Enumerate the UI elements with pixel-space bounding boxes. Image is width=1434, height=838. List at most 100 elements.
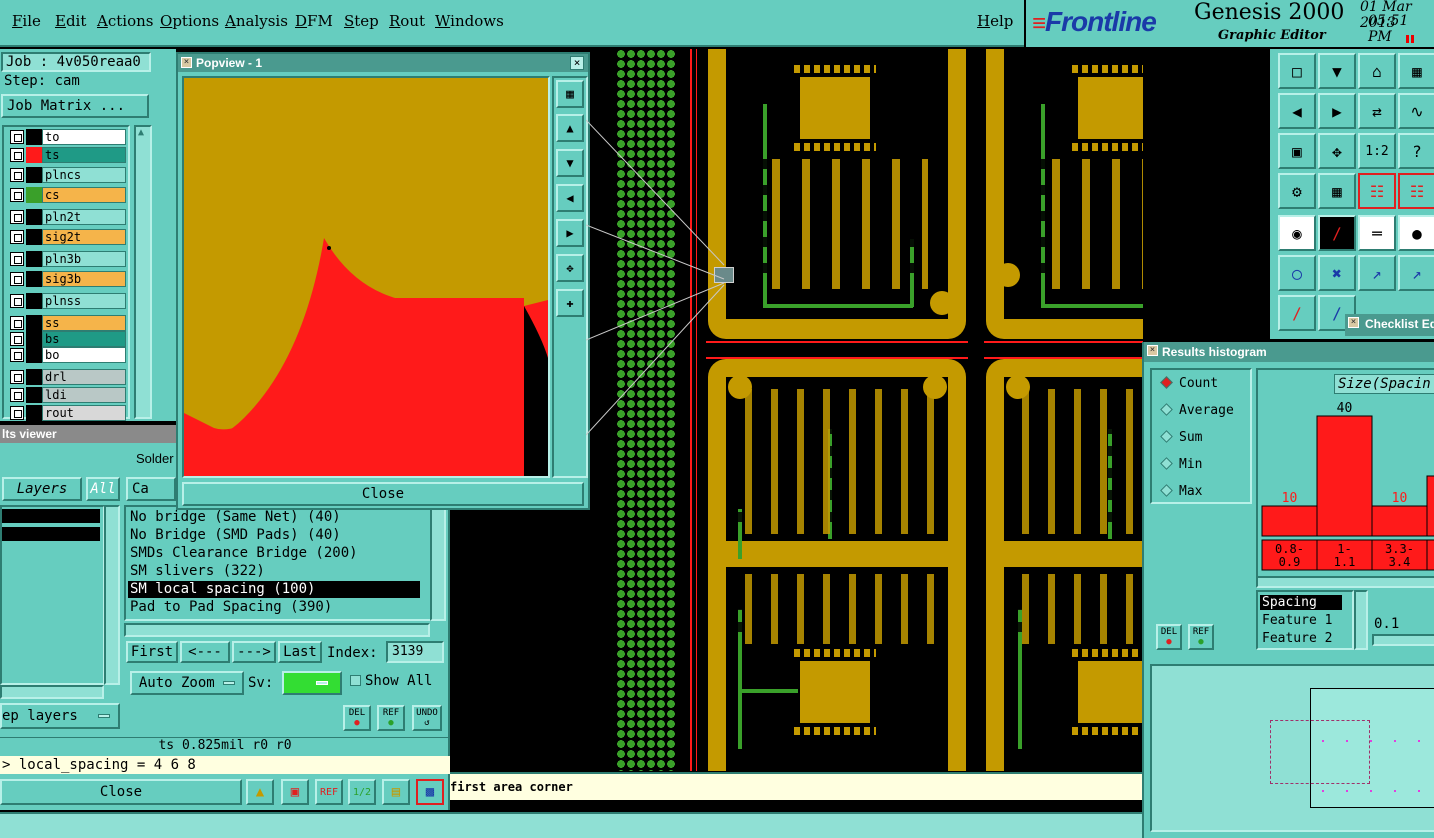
layer-row-pln2t[interactable]: pln2t [8,209,126,225]
tab-category[interactable]: Ca [126,477,176,501]
layer-color-swatch[interactable] [26,147,42,163]
tool-help-icon[interactable]: ? [1398,133,1434,169]
layer-checkbox[interactable] [10,130,24,144]
layer-row-drl[interactable]: drl [8,369,126,385]
histogram-bar[interactable] [1371,505,1428,537]
next-button[interactable]: ---> [232,641,276,663]
field-scroll[interactable] [1354,590,1368,650]
tab-layers[interactable]: Layers [2,477,82,501]
histogram-category-box[interactable] [1426,539,1434,571]
layer-row-ts[interactable]: ts [8,147,126,163]
tool-zoom-icon[interactable]: ✥ [1318,133,1356,169]
layer-color-swatch[interactable] [26,315,42,331]
field-feature-2[interactable]: Feature 2 [1262,631,1332,646]
layer-checkbox[interactable] [10,272,24,286]
layer-checkbox[interactable] [10,210,24,224]
tool-measure-icon[interactable]: ∕ [1278,295,1316,331]
tool-left-icon[interactable]: ◀ [1278,93,1316,129]
layer-row-ldi[interactable]: ldi [8,387,126,403]
tool-ratio-icon[interactable]: 1:2 [1358,133,1396,169]
hist-del-button[interactable]: DEL ● [1156,624,1182,650]
undo-button[interactable]: UNDO ↺ [412,705,442,731]
layer-row-bo[interactable]: bo [8,347,126,363]
tool-probe-icon[interactable]: ▲ [246,779,274,805]
category-hscroll[interactable] [124,623,430,637]
tool-right-icon[interactable]: ▶ [1318,93,1356,129]
tool-window-icon[interactable]: ▦ [1398,53,1434,89]
tool-dot-icon[interactable]: ● [1398,215,1434,251]
tool-config-icon[interactable]: ⚙ [1278,173,1316,209]
layer-color-swatch[interactable] [26,271,42,287]
menu-actions[interactable]: Actions [97,12,153,30]
layer-results-hscroll[interactable] [0,685,104,699]
command-line[interactable]: > local_spacing = 4 6 8 [0,756,450,774]
layer-checkbox[interactable] [10,294,24,308]
popview-close-icon[interactable]: × [570,56,584,70]
tool-doc-icon[interactable]: ▤ [382,779,410,805]
layer-scrollbar[interactable]: ▲ [134,125,152,419]
menu-analysis[interactable]: Analysis [225,12,288,30]
tool-wave-icon[interactable]: ∿ [1398,93,1434,129]
popview-zoom-icon[interactable]: ▦ [556,80,584,108]
histogram-bar[interactable] [1426,475,1434,537]
layer-color-swatch[interactable] [26,167,42,183]
job-matrix-button[interactable]: Job Matrix ... [1,94,149,118]
tool-chart-icon[interactable]: ▩ [416,779,444,805]
menu-edit[interactable]: Edit [55,12,86,30]
layer-checkbox[interactable] [10,230,24,244]
tool-cross-icon[interactable]: ✖ [1318,255,1356,291]
layer-checkbox[interactable] [10,316,24,330]
layer-checkbox[interactable] [10,370,24,384]
layer-row-plnss[interactable]: plnss [8,293,126,309]
mode-min[interactable]: Min [1160,457,1202,472]
tool-grid-icon[interactable]: ▦ [1318,173,1356,209]
prev-button[interactable]: <--- [180,641,230,663]
layer-row-bs[interactable]: bs [8,331,126,347]
mini-map[interactable] [1150,664,1434,832]
category-item[interactable]: No Bridge (SMD Pads) (40) [128,527,420,544]
layer-checkbox[interactable] [10,332,24,346]
menu-rout[interactable]: Rout [389,12,425,30]
layer-checkbox[interactable] [10,406,24,420]
layer-color-swatch[interactable] [26,331,42,347]
popview-close-button[interactable]: Close [182,482,584,506]
layer-row-sig2t[interactable]: sig2t [8,229,126,245]
layer-color-swatch[interactable] [26,405,42,421]
category-item[interactable]: Pad to Pad Spacing (390) [128,599,420,616]
popview-canvas[interactable] [182,76,550,478]
popview-down-icon[interactable]: ▼ [556,149,584,177]
layer-checkbox[interactable] [10,148,24,162]
popview-up-icon[interactable]: ▲ [556,114,584,142]
menu-help[interactable]: Help [977,12,1013,30]
layer-color-swatch[interactable] [26,293,42,309]
layer-row-cs[interactable]: cs [8,187,126,203]
layer-checkbox[interactable] [10,168,24,182]
first-button[interactable]: First [126,641,178,663]
layer-color-swatch[interactable] [26,347,42,363]
chart-hscroll[interactable] [1256,576,1434,588]
tool-route2-icon[interactable]: ↗ [1398,255,1434,291]
layer-color-swatch[interactable] [26,229,42,245]
histogram-bar[interactable] [1261,505,1318,537]
popview-menu-icon[interactable]: × [181,57,192,68]
last-button[interactable]: Last [278,641,322,663]
layer-row-sig3b[interactable]: sig3b [8,271,126,287]
menu-options[interactable]: Options [160,12,219,30]
step-layers-dropdown[interactable]: ep layers [0,703,120,729]
step-slider[interactable] [1372,634,1434,646]
category-item[interactable]: No bridge (Same Net) (40) [128,509,420,526]
mode-count[interactable]: Count [1160,376,1218,391]
layer-results-list[interactable] [0,505,105,685]
mode-average[interactable]: Average [1160,403,1234,418]
layer-checkbox[interactable] [10,388,24,402]
checklist-close-icon[interactable]: × [1348,317,1359,328]
auto-zoom-dropdown[interactable]: Auto Zoom [130,671,244,695]
tool-pad-icon[interactable]: ◉ [1278,215,1316,251]
ref-button[interactable]: REF ● [377,705,405,731]
category-scroll[interactable] [430,505,446,621]
histogram-bar[interactable] [1316,415,1373,537]
tool-layer-icon[interactable]: ▣ [281,779,309,805]
layer-results-scroll[interactable] [104,505,120,685]
layer-checkbox[interactable] [10,348,24,362]
tool-ref-icon[interactable]: REF [315,779,343,805]
